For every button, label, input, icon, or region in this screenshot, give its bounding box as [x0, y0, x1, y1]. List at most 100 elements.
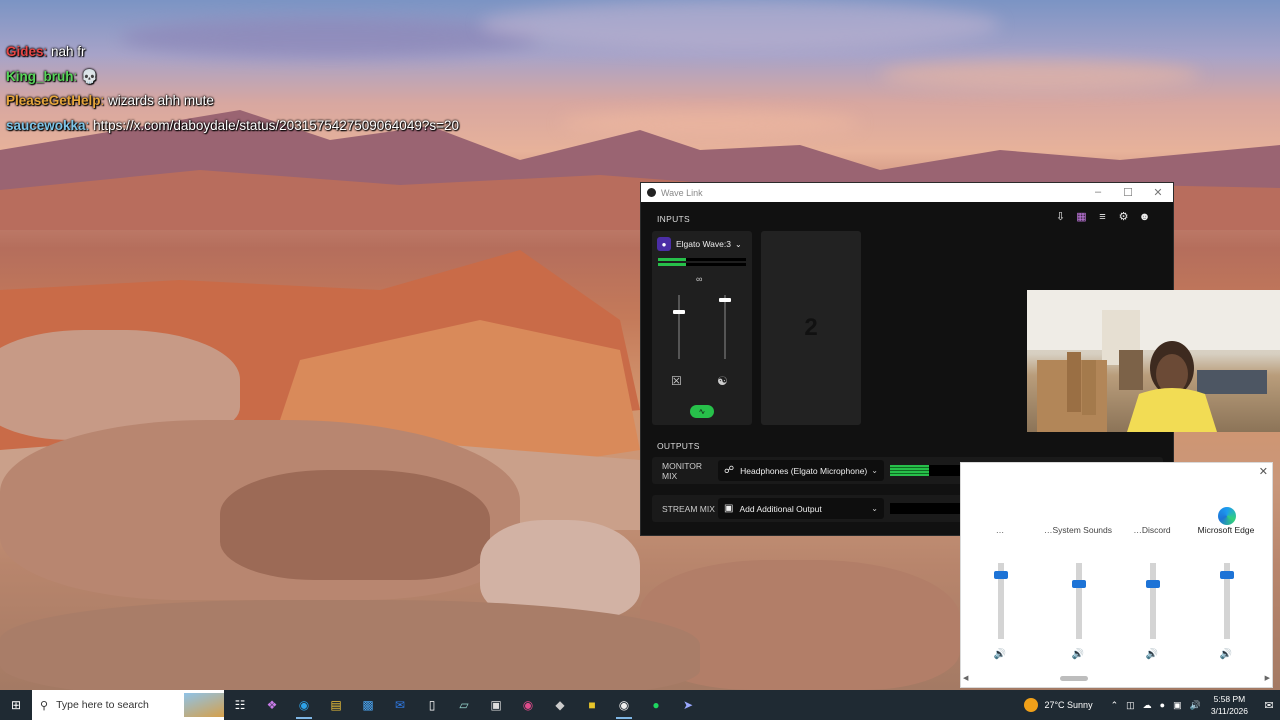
system-tray: 27°C Sunny ⌃ ◫ ☁ ● ▣ 🔊 5:58 PM 3/11/2026… — [1024, 693, 1280, 717]
link-icon[interactable]: ∞ — [696, 274, 702, 284]
gear-icon[interactable]: ⚙ — [1117, 211, 1130, 224]
notification-center-icon[interactable]: ✉ — [1258, 699, 1280, 712]
game-icon[interactable]: ■ — [576, 690, 608, 720]
webcam-image — [1027, 290, 1280, 432]
input-meter-fill — [658, 263, 687, 266]
taskbar-clock[interactable]: 5:58 PM 3/11/2026 — [1211, 693, 1248, 717]
copilot-icon[interactable]: ❖ — [256, 690, 288, 720]
app-icon[interactable]: ➤ — [672, 690, 704, 720]
chevron-down-icon: ⌄ — [871, 466, 878, 475]
chat-text: https://x.com/daboydale/status/203157542… — [93, 117, 459, 133]
profile-icon[interactable]: ☻ — [1138, 211, 1151, 224]
spotify-icon[interactable]: ● — [640, 690, 672, 720]
network-icon[interactable]: ◫ — [1126, 700, 1135, 711]
monitor-mix-label: MONITOR MIX — [662, 460, 702, 481]
microsoft-store-icon[interactable]: ▩ — [352, 690, 384, 720]
close-button[interactable]: ✕ — [1143, 186, 1173, 199]
effects-toggle[interactable]: ∿ — [690, 405, 714, 418]
mixer-app-name: … — [995, 525, 1005, 535]
headphones-mute-icon[interactable]: ☒ — [671, 374, 682, 388]
ethernet-icon[interactable]: ▣ — [1173, 700, 1182, 711]
volume-mixer-panel: ✕ … 🔊 …System Sounds 🔊 …Discord 🔊 Micros… — [960, 462, 1273, 688]
speaker-icon[interactable]: 🔊 — [1043, 649, 1113, 660]
microphone-icon[interactable]: ● — [1160, 700, 1165, 710]
slider-thumb[interactable] — [1072, 580, 1086, 588]
window-titlebar[interactable]: Wave Link – ☐ ✕ — [641, 183, 1173, 202]
maximize-button[interactable]: ☐ — [1113, 186, 1143, 199]
minimize-button[interactable]: – — [1083, 186, 1113, 199]
stream-output-device: Add Additional Output — [739, 503, 822, 514]
chat-separator: : — [43, 44, 52, 59]
stream-volume-slider[interactable] — [719, 295, 731, 359]
onedrive-icon[interactable]: ☁ — [1143, 700, 1152, 711]
mixer-volume-slider[interactable] — [1072, 563, 1086, 639]
chat-username: Gides — [6, 44, 44, 59]
outlook-icon[interactable]: ✉ — [384, 690, 416, 720]
empty-input-slot[interactable]: 2 — [761, 231, 861, 425]
slider-knob[interactable] — [719, 298, 731, 302]
speaker-icon[interactable]: 🔊 — [965, 649, 1035, 660]
mixer-app-column: …Discord 🔊 — [1117, 503, 1187, 673]
windows-start-button[interactable]: ⊞ — [0, 690, 32, 720]
monitor-volume-slider[interactable] — [673, 295, 685, 359]
mixer-volume-slider[interactable] — [1220, 563, 1234, 639]
mixer-settings-icon[interactable]: ≡ — [1096, 211, 1109, 224]
broadcast-icon[interactable]: ☯ — [717, 374, 728, 388]
close-icon[interactable]: ✕ — [1259, 465, 1268, 478]
headphones-icon: ☍ — [724, 465, 735, 476]
chat-username: saucewokka — [6, 117, 86, 133]
speaker-icon[interactable]: 🔊 — [1117, 649, 1187, 660]
wave-link-toolbar: ⇩ ▦ ≡ ⚙ ☻ — [1054, 211, 1151, 224]
mixer-volume-slider[interactable] — [994, 563, 1008, 639]
chat-username: PleaseGetHelp — [6, 93, 101, 108]
input-level-meter — [658, 258, 746, 267]
taskbar-search-box[interactable]: ⚲ Type here to search — [32, 690, 224, 720]
mixer-app-column: …System Sounds 🔊 — [1043, 503, 1113, 673]
volume-icon[interactable]: 🔊 — [1190, 700, 1201, 711]
clock-time: 5:58 PM — [1213, 694, 1246, 704]
notepad-icon[interactable]: ▯ — [416, 690, 448, 720]
scroll-right-icon[interactable]: ▶ — [1265, 674, 1270, 682]
microphone-icon: ● — [657, 237, 671, 251]
mixer-app-column: Microsoft Edge 🔊 — [1191, 503, 1261, 673]
mixer-app-name: …System Sounds — [1043, 525, 1113, 535]
scrollbar-thumb[interactable] — [1060, 675, 1089, 681]
search-highlight-image — [184, 693, 224, 717]
wave-link-taskbar-icon[interactable]: ◉ — [608, 690, 640, 720]
plugins-grid-icon[interactable]: ▦ — [1075, 211, 1088, 224]
slider-thumb[interactable] — [1220, 571, 1234, 580]
slider-knob[interactable] — [673, 310, 685, 314]
download-icon[interactable]: ⇩ — [1054, 211, 1067, 224]
stream-output-select[interactable]: ▣ Add Additional Output ⌄ — [718, 498, 884, 519]
chat-app-icon[interactable]: ◉ — [512, 690, 544, 720]
input-device-selector[interactable]: ● Elgato Wave:3 ⌄ — [652, 231, 752, 257]
monitor-meter-fill — [890, 465, 930, 476]
chevron-up-icon[interactable]: ⌃ — [1111, 700, 1119, 711]
chat-message: saucewokka: https://x.com/daboydale/stat… — [6, 118, 459, 143]
add-output-icon: ▣ — [724, 503, 734, 514]
chat-text: wizards ahh mute — [108, 93, 214, 108]
file-explorer-icon[interactable]: ▤ — [320, 690, 352, 720]
slider-thumb[interactable] — [1146, 580, 1160, 588]
input-meter-fill — [658, 258, 687, 261]
mixer-volume-slider[interactable] — [1146, 563, 1160, 639]
mixer-app-name: …Discord — [1133, 525, 1171, 535]
weather-text: 27°C Sunny — [1044, 700, 1093, 710]
app-icon[interactable]: ▣ — [480, 690, 512, 720]
app-icon[interactable]: ◆ — [544, 690, 576, 720]
app-icon[interactable]: ▱ — [448, 690, 480, 720]
scroll-left-icon[interactable]: ◀ — [963, 674, 968, 682]
speaker-icon[interactable]: 🔊 — [1191, 649, 1261, 660]
task-view-icon[interactable]: ☷ — [224, 690, 256, 720]
chat-username: King_bruh — [6, 68, 74, 84]
slider-thumb[interactable] — [994, 571, 1008, 580]
edge-taskbar-icon[interactable]: ◉ — [288, 690, 320, 720]
chat-separator: : — [85, 117, 94, 133]
outputs-label: OUTPUTS — [657, 441, 700, 451]
inputs-label: INPUTS — [657, 214, 690, 224]
mixer-app-column: … 🔊 — [965, 503, 1035, 673]
monitor-output-select[interactable]: ☍ Headphones (Elgato Microphone) ⌄ — [718, 460, 884, 481]
weather-widget[interactable]: 27°C Sunny — [1024, 698, 1093, 712]
mixer-horizontal-scrollbar[interactable]: ◀ ▶ — [963, 671, 1270, 685]
search-icon: ⚲ — [40, 699, 49, 712]
